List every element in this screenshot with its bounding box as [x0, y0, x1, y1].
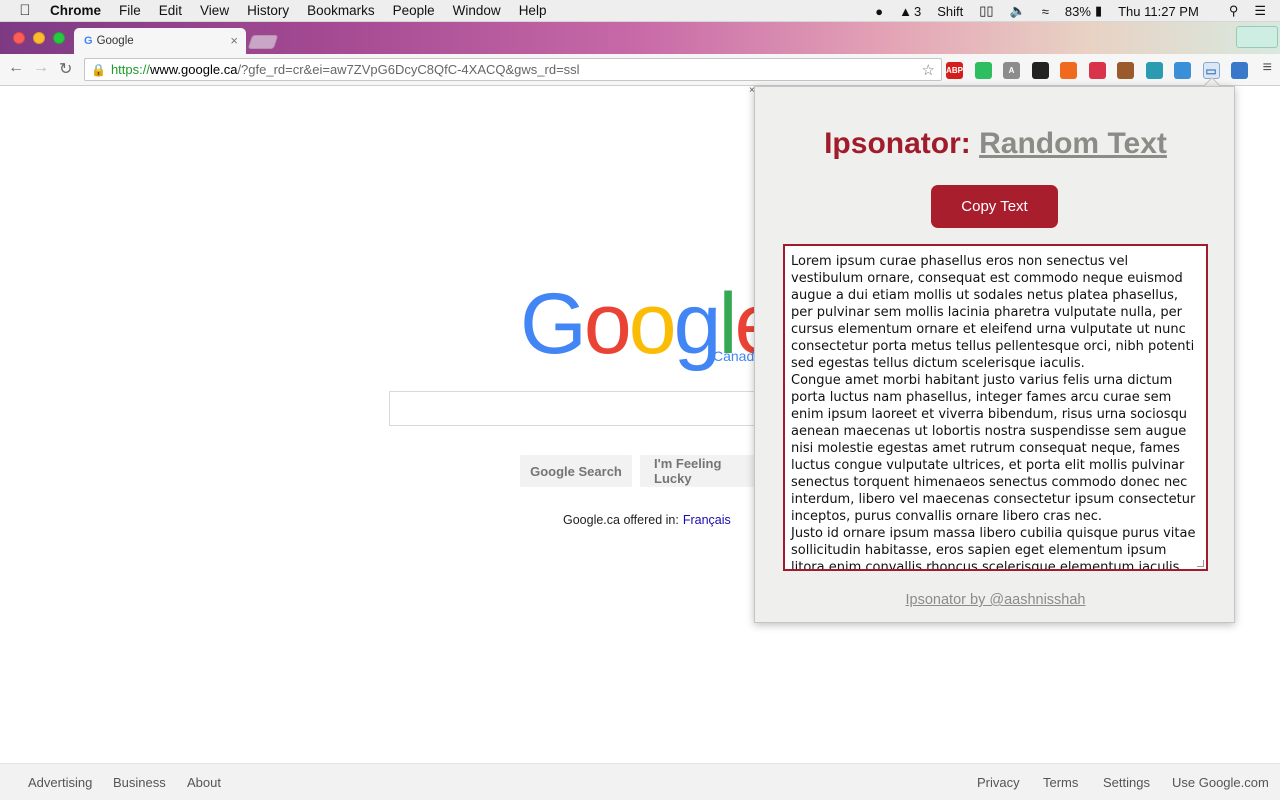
notification-center-icon[interactable]: ☰ [1254, 3, 1266, 19]
browser-toolbar: ← → ↻ 🔒 https:// www.google.ca /?gfe_rd=… [0, 54, 1280, 86]
megaphone-icon[interactable] [1088, 62, 1106, 79]
reload-icon[interactable]: ↻ [59, 59, 72, 79]
popup-title: Ipsonator: Random Text [755, 127, 1236, 161]
chrome-menu-icon[interactable]: ≡ [1263, 59, 1272, 77]
pangolin-icon[interactable] [1117, 62, 1134, 79]
adobe-count: 3 [914, 3, 922, 19]
spotlight-search-icon[interactable]: ⚲ [1229, 3, 1239, 19]
resize-handle[interactable] [1197, 560, 1204, 567]
zoom-window-button[interactable] [53, 32, 65, 44]
search-input[interactable] [389, 391, 769, 426]
back-arrow-icon[interactable]: ← [8, 59, 24, 77]
paragraph: Congue amet morbi habitant justo varius … [791, 373, 1196, 524]
profile-button[interactable] [1236, 26, 1278, 48]
menu-history[interactable]: History [247, 3, 289, 18]
google-country-label: Canad [713, 348, 755, 364]
author-link[interactable]: Ipsonator by @aashnisshah [755, 592, 1236, 608]
tab-strip: G Google × [0, 22, 1280, 54]
menubar-status-area: ● ▲ 3 Shift ▯▯ 🔈 ≈ 83% ▮ Thu 11:27 PM ⚲ ☰ [875, 0, 1280, 22]
macos-menu-bar:  Chrome File Edit View History Bookmark… [0, 0, 1280, 22]
adobe-icon[interactable]: ▲ 3 [899, 4, 921, 19]
bookmark-star-icon[interactable]: ☆ [922, 61, 935, 79]
copy-text-button[interactable]: Copy Text [931, 185, 1058, 228]
menu-edit[interactable]: Edit [159, 3, 182, 18]
menu-view[interactable]: View [200, 3, 229, 18]
footer-link-use-google-com[interactable]: Use Google.com [1172, 775, 1269, 790]
lock-icon: 🔒 [91, 62, 106, 77]
adblock-plus-icon[interactable]: ABP [946, 62, 963, 79]
menu-help[interactable]: Help [519, 3, 547, 18]
dual-display-icon[interactable]: ▯▯ [979, 3, 993, 19]
footer-link-terms[interactable]: Terms [1043, 775, 1078, 790]
google-footer: Advertising Business About Privacy Terms… [0, 763, 1280, 800]
language-link-francais[interactable]: Français [683, 513, 731, 527]
offered-in-text: Google.ca offered in: [563, 513, 679, 527]
new-tab-button[interactable] [247, 35, 279, 49]
alien-icon[interactable]: ● [875, 4, 883, 19]
evernote-icon[interactable] [974, 62, 992, 79]
minimize-window-button[interactable] [33, 32, 45, 44]
fire-icon[interactable] [1060, 62, 1077, 79]
url-host: www.google.ca [149, 62, 238, 77]
forward-arrow-icon[interactable]: → [33, 59, 49, 77]
menu-people[interactable]: People [393, 3, 435, 18]
menu-bookmarks[interactable]: Bookmarks [307, 3, 375, 18]
google-search-button[interactable]: Google Search [520, 455, 632, 487]
chart-icon[interactable] [1174, 62, 1191, 79]
apple-menu-icon[interactable]:  [0, 2, 50, 19]
volume-icon[interactable]: 🔈 [1010, 3, 1026, 19]
footer-link-settings[interactable]: Settings [1103, 775, 1150, 790]
close-tab-icon[interactable]: × [230, 33, 238, 48]
ipsonator-popup: Ipsonator: Random Text Copy Text Lorem i… [754, 86, 1235, 623]
footer-link-about[interactable]: About [187, 775, 221, 790]
tab-google[interactable]: G Google × [74, 28, 246, 54]
menu-file[interactable]: File [119, 3, 141, 18]
menu-app-chrome[interactable]: Chrome [50, 3, 101, 18]
close-window-button[interactable] [13, 32, 25, 44]
generated-text-area[interactable]: Lorem ipsum curae phasellus eros non sen… [783, 244, 1208, 571]
offered-in: Google.ca offered in: Français [563, 513, 731, 527]
tab-title: Google [96, 35, 134, 47]
footer-link-advertising[interactable]: Advertising [28, 775, 92, 790]
angular-icon[interactable]: A [1003, 62, 1020, 79]
google-favicon-icon: G [84, 35, 93, 47]
battery-percent[interactable]: 83% [1065, 4, 1091, 19]
clock[interactable]: Thu 11:27 PM [1118, 4, 1199, 19]
battery-icon[interactable]: ▮ [1095, 3, 1102, 19]
keyboard-status[interactable]: Shift [937, 4, 963, 19]
address-bar[interactable]: 🔒 https:// www.google.ca /?gfe_rd=cr&ei=… [84, 58, 942, 81]
feeling-lucky-button[interactable]: I'm Feeling Lucky [640, 455, 756, 487]
paragraph: Justo id ornare ipsum massa libero cubil… [791, 526, 1196, 571]
random-text-link[interactable]: Random Text [979, 127, 1167, 160]
footer-link-privacy[interactable]: Privacy [977, 775, 1020, 790]
map-icon[interactable] [1145, 62, 1163, 79]
ninja-icon[interactable] [1031, 62, 1049, 79]
url-path: /?gfe_rd=cr&ei=aw7ZVpG6DcyC8QfC-4XACQ&gw… [237, 62, 580, 77]
popup-brand: Ipsonator: [824, 127, 971, 160]
wifi-icon[interactable]: ≈ [1042, 4, 1049, 19]
footer-link-business[interactable]: Business [113, 775, 166, 790]
paragraph: Lorem ipsum curae phasellus eros non sen… [791, 254, 1195, 371]
url-scheme: https:// [110, 62, 150, 77]
menu-window[interactable]: Window [453, 3, 501, 18]
weather-icon[interactable] [1231, 62, 1248, 79]
